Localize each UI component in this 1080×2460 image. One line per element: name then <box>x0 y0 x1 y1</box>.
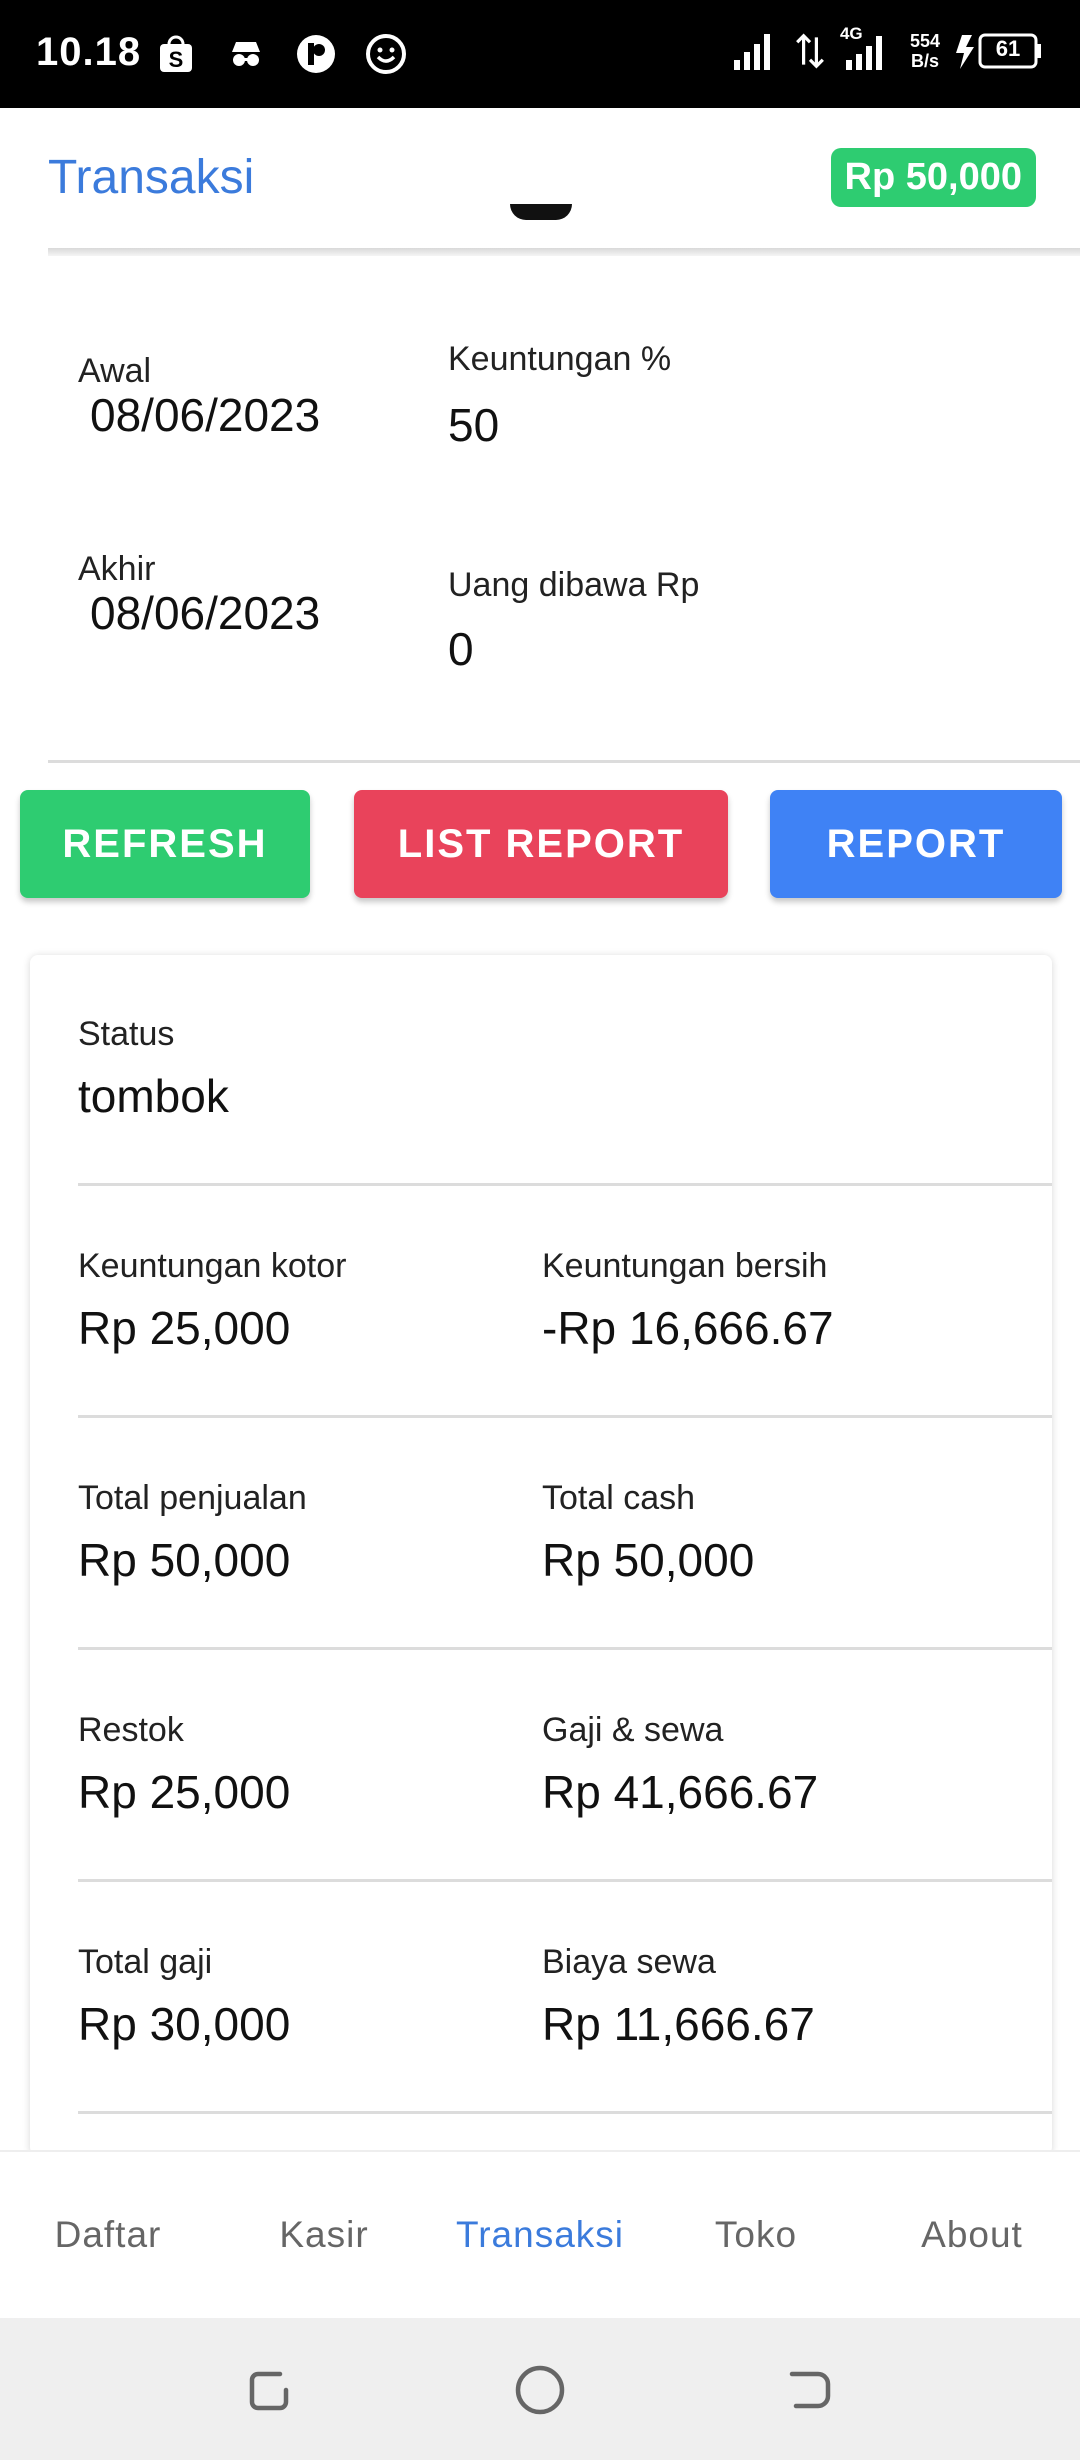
total-cash-label: Total cash <box>542 1479 696 1517</box>
bottom-nav: Daftar Kasir Transaksi Toko About <box>0 2150 1080 2318</box>
status-label: Status <box>78 1015 175 1053</box>
network-speed: 554 B/s <box>910 31 940 71</box>
status-time: 10.18 <box>36 30 142 74</box>
home-icon[interactable] <box>510 2360 570 2420</box>
list-report-button[interactable]: LIST REPORT <box>354 790 728 898</box>
card-divider <box>78 1879 1052 1882</box>
form-divider <box>48 760 1080 763</box>
smiley-icon <box>364 32 408 76</box>
battery-level: 61 <box>995 36 1021 61</box>
app-icon <box>294 32 338 76</box>
recents-icon[interactable] <box>240 2360 300 2420</box>
keuntungan-label: Keuntungan % <box>448 340 672 378</box>
camera-notch <box>510 204 572 220</box>
awal-label: Awal <box>78 352 152 390</box>
total-cash-value: Rp 50,000 <box>542 1534 755 1586</box>
signal-icon <box>733 34 770 70</box>
keuntungan-kotor-label: Keuntungan kotor <box>78 1247 347 1285</box>
card-divider <box>78 1183 1052 1186</box>
nav-kasir[interactable]: Kasir <box>216 2152 432 2318</box>
awal-date-field[interactable]: 08/06/2023 <box>90 388 320 442</box>
back-icon[interactable] <box>780 2360 840 2420</box>
keuntungan-bersih-label: Keuntungan bersih <box>542 1247 828 1285</box>
card-divider <box>78 1647 1052 1650</box>
report-card: Status tombok Keuntungan kotor Rp 25,000… <box>30 955 1052 2155</box>
total-gaji-label: Total gaji <box>78 1943 213 1981</box>
total-gaji-value: Rp 30,000 <box>78 1998 291 2050</box>
nav-transaksi[interactable]: Transaksi <box>432 2152 648 2318</box>
biaya-sewa-label: Biaya sewa <box>542 1943 716 1981</box>
signal-4g-icon: 4G <box>840 24 896 74</box>
report-button[interactable]: REPORT <box>770 790 1062 898</box>
balance-badge: Rp 50,000 <box>830 148 1036 207</box>
akhir-label: Akhir <box>78 550 156 588</box>
status-value: tombok <box>78 1070 229 1122</box>
biaya-sewa-value: Rp 11,666.67 <box>542 1998 815 2050</box>
uang-dibawa-label: Uang dibawa Rp <box>448 566 700 604</box>
nav-about[interactable]: About <box>864 2152 1080 2318</box>
system-navigation-bar <box>0 2318 1080 2460</box>
card-divider <box>78 2111 1052 2114</box>
data-arrows-icon <box>796 33 824 69</box>
battery-charging-icon: 61 <box>954 31 1044 71</box>
refresh-button[interactable]: REFRESH <box>20 790 310 898</box>
app-bar: Transaksi Rp 50,000 <box>0 108 1080 256</box>
incognito-icon <box>224 32 268 76</box>
shopee-icon: S <box>154 32 198 76</box>
page-title: Transaksi <box>48 151 255 204</box>
restok-label: Restok <box>78 1711 184 1749</box>
status-notification-icons: S <box>154 32 408 76</box>
gaji-sewa-label: Gaji & sewa <box>542 1711 724 1749</box>
speed-unit: B/s <box>910 51 939 71</box>
nav-toko[interactable]: Toko <box>648 2152 864 2318</box>
total-penjualan-value: Rp 50,000 <box>78 1534 291 1586</box>
svg-text:S: S <box>169 47 184 72</box>
appbar-divider <box>48 248 1080 256</box>
card-divider <box>78 1415 1052 1418</box>
total-penjualan-label: Total penjualan <box>78 1479 307 1517</box>
speed-value: 554 <box>909 31 940 51</box>
keuntungan-input[interactable]: 50 <box>448 398 499 452</box>
nav-daftar[interactable]: Daftar <box>0 2152 216 2318</box>
status-system-icons: 4G 554 B/s 61 <box>730 24 1044 74</box>
restok-value: Rp 25,000 <box>78 1766 291 1818</box>
keuntungan-bersih-value: -Rp 16,666.67 <box>542 1302 834 1354</box>
network-type: 4G <box>839 24 863 43</box>
keuntungan-kotor-value: Rp 25,000 <box>78 1302 291 1354</box>
uang-dibawa-input[interactable]: 0 <box>448 622 474 676</box>
gaji-sewa-value: Rp 41,666.67 <box>542 1766 819 1818</box>
akhir-date-field[interactable]: 08/06/2023 <box>90 586 320 640</box>
status-bar: 10.18 S 4G 554 B/s 61 <box>0 0 1080 108</box>
